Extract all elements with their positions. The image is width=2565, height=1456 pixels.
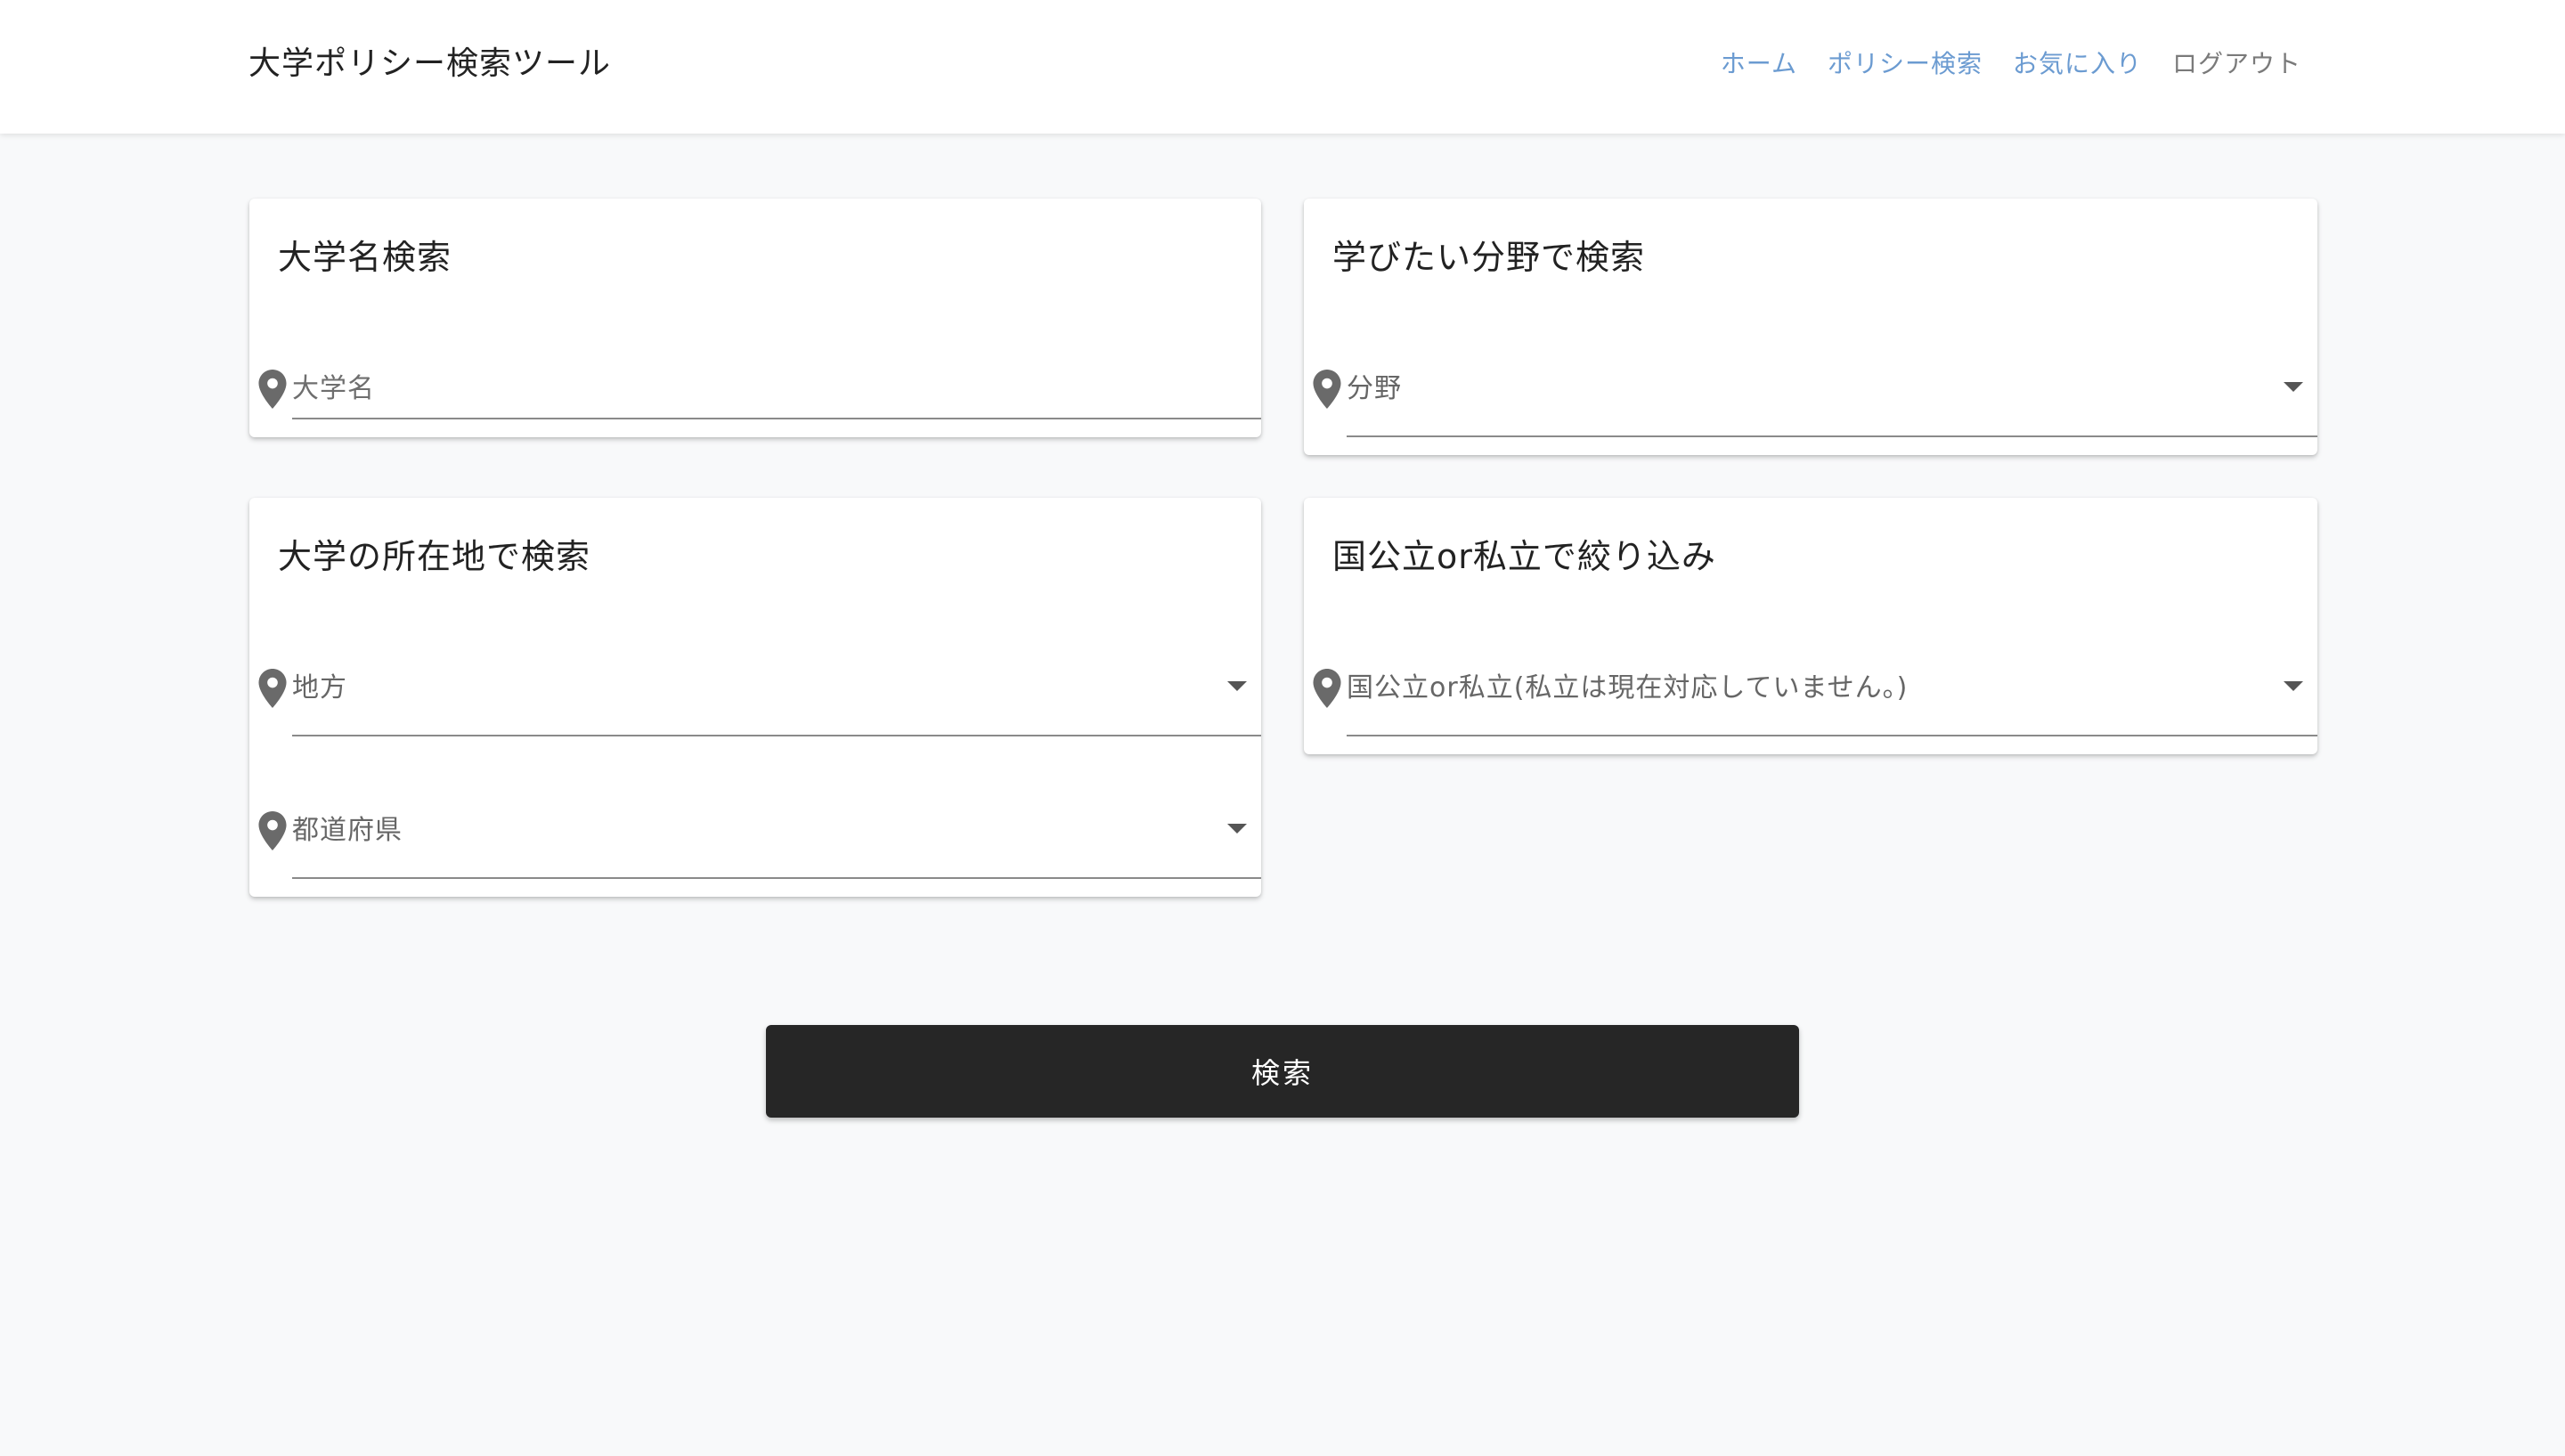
app-bar: 大学ポリシー検索ツール ホーム ポリシー検索 お気に入り ログアウト <box>0 0 2565 134</box>
chevron-down-icon[interactable] <box>2284 382 2303 392</box>
prefecture-select[interactable]: 都道府県 <box>249 786 1261 879</box>
map-marker-icon <box>1313 370 1341 409</box>
chevron-down-icon[interactable] <box>1227 824 1247 834</box>
chevron-down-icon[interactable] <box>1227 681 1247 691</box>
region-select[interactable]: 地方 <box>249 644 1261 736</box>
field-of-study-card: 学びたい分野で検索 分野 <box>1304 199 2317 455</box>
field-of-study-label: 分野 <box>1347 373 1402 404</box>
map-marker-icon <box>258 669 287 708</box>
school-type-select[interactable]: 国公立or私立(私立は現在対応していません。) <box>1304 644 2317 736</box>
school-type-card: 国公立or私立で絞り込み 国公立or私立(私立は現在対応していません。) <box>1304 498 2317 754</box>
university-name-input[interactable] <box>292 371 1250 407</box>
card-title: 国公立or私立で絞り込み <box>1332 537 1716 576</box>
university-name-card: 大学名検索 <box>249 199 1261 437</box>
nav-policy-search-link[interactable]: ポリシー検索 <box>1828 39 1983 89</box>
search-button[interactable]: 検索 <box>766 1025 1799 1118</box>
map-marker-icon <box>258 811 287 850</box>
field-underline <box>1347 435 2317 437</box>
school-type-label: 国公立or私立(私立は現在対応していません。) <box>1347 672 1909 704</box>
chevron-down-icon[interactable] <box>2284 681 2303 691</box>
region-label: 地方 <box>292 672 347 704</box>
card-title: 学びたい分野で検索 <box>1332 238 1646 277</box>
field-of-study-select[interactable]: 分野 <box>1304 345 2317 437</box>
nav-home-link[interactable]: ホーム <box>1721 39 1797 89</box>
university-name-field <box>249 345 1261 425</box>
field-underline <box>1347 735 2317 736</box>
prefecture-label: 都道府県 <box>292 815 403 846</box>
map-marker-icon <box>1313 669 1341 708</box>
field-underline <box>292 418 1261 419</box>
location-card: 大学の所在地で検索 地方 都道府県 <box>249 498 1261 897</box>
map-marker-icon <box>258 370 287 409</box>
field-underline <box>292 735 1261 736</box>
card-title: 大学の所在地で検索 <box>278 537 591 576</box>
app-title: 大学ポリシー検索ツール <box>248 45 612 82</box>
top-nav: ホーム ポリシー検索 お気に入り ログアウト <box>1721 39 2301 89</box>
nav-logout-link[interactable]: ログアウト <box>2172 39 2301 89</box>
card-title: 大学名検索 <box>278 238 452 277</box>
nav-favorites-link[interactable]: お気に入り <box>2013 39 2142 89</box>
field-underline <box>292 877 1261 879</box>
